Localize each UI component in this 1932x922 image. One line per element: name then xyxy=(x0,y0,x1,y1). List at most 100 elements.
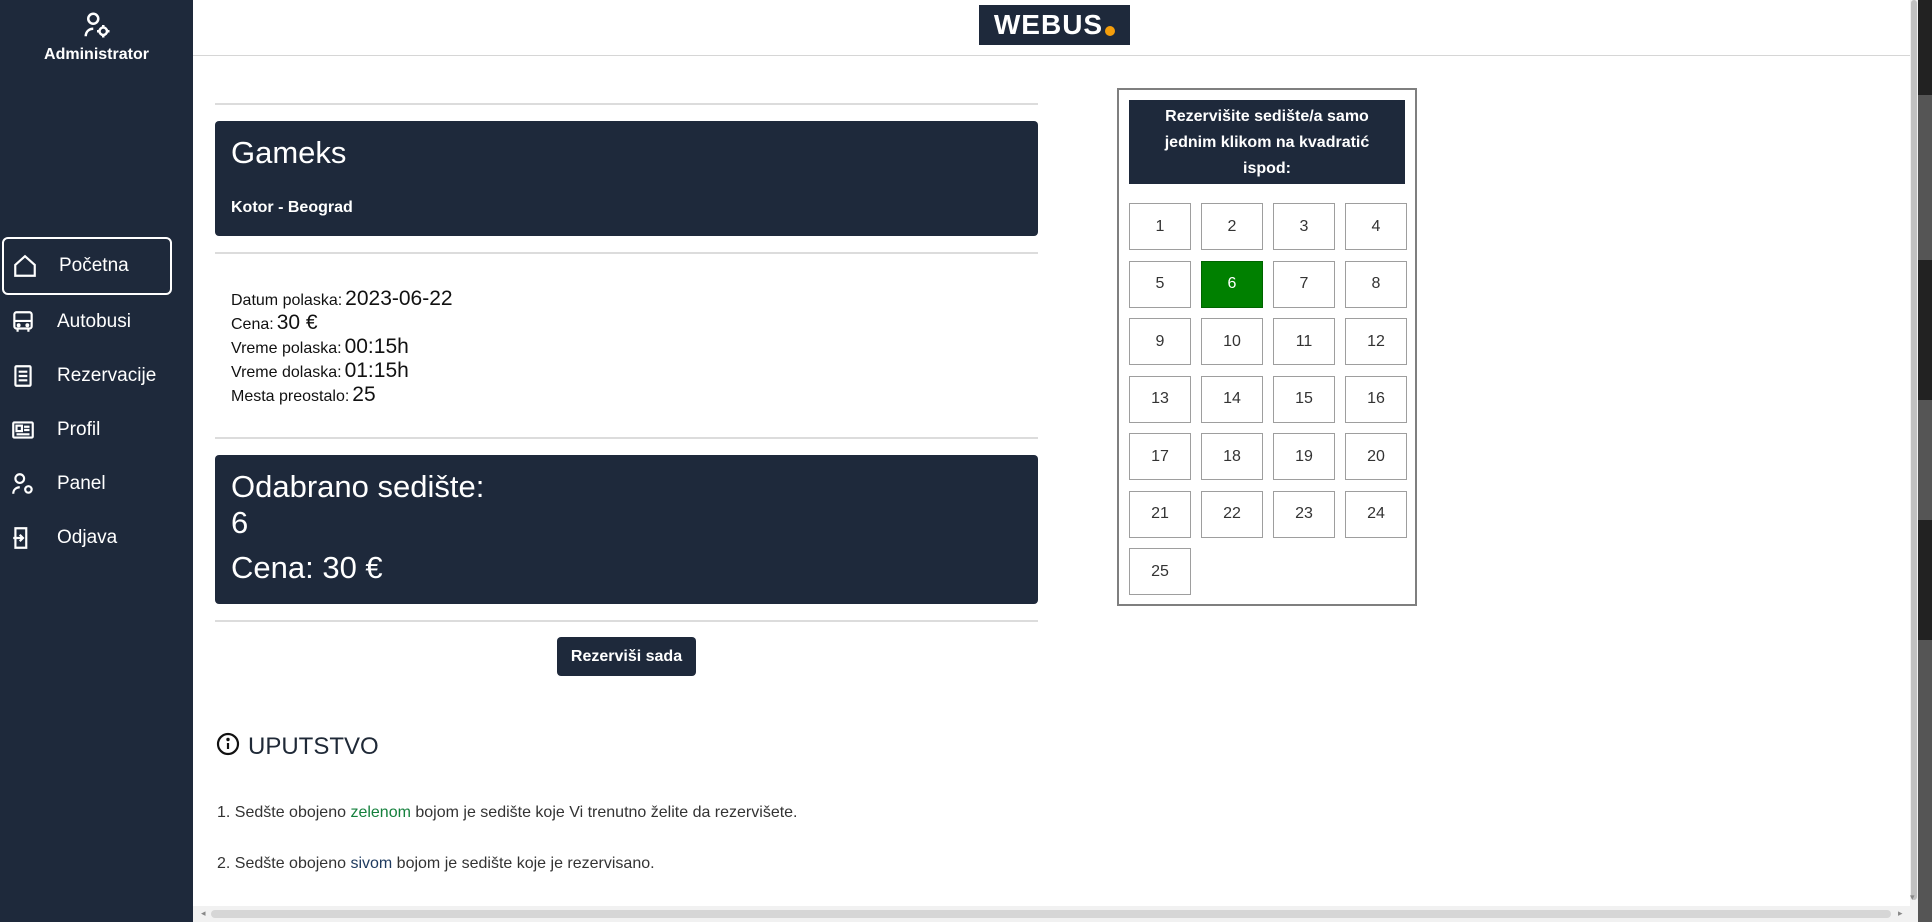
seat-21[interactable]: 21 xyxy=(1129,490,1191,538)
seat-map-header-line: Rezervišite sedište/a samo xyxy=(1165,108,1369,125)
sidebar-item-pocetna[interactable]: Početna xyxy=(2,237,172,295)
seat-10[interactable]: 10 xyxy=(1201,318,1263,365)
detail-label: Datum polaska: xyxy=(231,292,343,309)
seat-3[interactable]: 3 xyxy=(1273,203,1335,250)
detail-value: 00:15h xyxy=(344,335,409,358)
divider xyxy=(215,252,1038,254)
scroll-left-icon[interactable]: ◂ xyxy=(201,909,206,919)
sidebar-item-odjava[interactable]: Odjava xyxy=(0,511,193,565)
note-text: bojom je sedište koje je rezervisano. xyxy=(392,855,655,872)
sidebar-item-label: Autobusi xyxy=(57,311,131,332)
detail-row: Cena: 30 € xyxy=(231,311,453,335)
instructions-heading: UPUTSTVO xyxy=(248,733,379,760)
logout-icon xyxy=(13,527,28,549)
bus-icon xyxy=(13,311,33,332)
selected-price: Cena: 30 € xyxy=(231,550,383,585)
window-edge xyxy=(1918,0,1932,922)
sidebar-item-label: Odjava xyxy=(57,527,118,548)
note-text: 2. Sedšte obojeno xyxy=(217,855,351,872)
seat-2[interactable]: 2 xyxy=(1201,203,1263,250)
note-highlight-gray: sivom xyxy=(350,855,393,872)
instruction-note-2: 2. Sedšte obojeno sivom bojom je sedište… xyxy=(217,855,655,873)
window-edge-dark xyxy=(1918,520,1932,640)
detail-label: Vreme polaska: xyxy=(231,340,342,357)
detail-value: 2023-06-22 xyxy=(345,287,453,310)
sidebar-item-label: Početna xyxy=(59,255,129,276)
detail-label: Cena: xyxy=(231,316,274,333)
seat-9[interactable]: 9 xyxy=(1129,318,1191,365)
note-text: 1. Sedšte obojeno xyxy=(217,804,351,821)
logo-text: WEBUS xyxy=(993,9,1104,40)
home-icon xyxy=(14,254,36,277)
seat-18[interactable]: 18 xyxy=(1201,433,1263,480)
detail-row: Vreme polaska: 00:15h xyxy=(231,335,453,359)
seat-4[interactable]: 4 xyxy=(1345,203,1407,250)
seat-13[interactable]: 13 xyxy=(1129,375,1191,423)
selected-seat-value: 6 xyxy=(231,505,249,540)
detail-row: Vreme dolaska: 01:15h xyxy=(231,359,453,383)
seat-11[interactable]: 11 xyxy=(1273,318,1335,365)
divider xyxy=(215,620,1038,622)
vertical-scrollbar-thumb[interactable] xyxy=(1911,0,1917,900)
seat-7[interactable]: 7 xyxy=(1273,260,1335,308)
sidebar-item-profil[interactable]: Profil xyxy=(0,403,193,457)
logo-dot-icon xyxy=(1105,26,1116,36)
route-label: Kotor - Beograd xyxy=(231,199,353,216)
webus-logo[interactable]: WEBUS xyxy=(979,5,1130,45)
detail-row: Datum polaska: 2023-06-22 xyxy=(231,287,453,311)
window-edge-dark xyxy=(1918,0,1932,95)
seat-16[interactable]: 16 xyxy=(1345,375,1407,423)
info-icon xyxy=(216,732,240,756)
sidebar-item-label: Rezervacije xyxy=(57,365,157,386)
seat-19[interactable]: 19 xyxy=(1273,433,1335,480)
sidebar-item-autobusi[interactable]: Autobusi xyxy=(0,295,193,349)
seat-map-header: Rezervišite sedište/a samo jednim klikom… xyxy=(1129,100,1405,184)
divider xyxy=(215,437,1038,439)
sidebar-item-panel[interactable]: Panel xyxy=(0,457,193,511)
user-gear-icon xyxy=(84,12,109,38)
seat-25[interactable]: 25 xyxy=(1129,548,1191,595)
instruction-note-1: 1. Sedšte obojeno zelenom bojom je sediš… xyxy=(217,804,798,822)
sidebar-item-label: Panel xyxy=(57,473,106,494)
scroll-down-icon[interactable]: ▾ xyxy=(1910,893,1915,903)
seat-14[interactable]: 14 xyxy=(1201,375,1263,423)
divider xyxy=(215,103,1038,105)
seat-8[interactable]: 8 xyxy=(1345,260,1407,308)
note-highlight-green: zelenom xyxy=(350,804,411,821)
sidebar-item-rezervacije[interactable]: Rezervacije xyxy=(0,349,193,403)
seat-map-header-line: ispod: xyxy=(1243,160,1291,177)
detail-row: Mesta preostalo: 25 xyxy=(231,383,453,407)
trip-card: Gameks Kotor - Beograd xyxy=(215,121,1038,236)
sidebar-item-label: Profil xyxy=(57,419,101,440)
seat-24[interactable]: 24 xyxy=(1345,490,1407,538)
trip-details: Datum polaska: 2023-06-22 Cena: 30 € Vreme… xyxy=(231,287,453,407)
id-card-icon xyxy=(12,421,34,439)
selected-seat-label: Odabrano sedište: xyxy=(231,469,485,504)
horizontal-scrollbar-thumb[interactable] xyxy=(211,910,1891,918)
seat-6[interactable]: 6 xyxy=(1201,260,1263,308)
seat-20[interactable]: 20 xyxy=(1345,433,1407,480)
user-name: Administrator xyxy=(44,46,149,63)
seat-1[interactable]: 1 xyxy=(1129,203,1191,250)
seat-22[interactable]: 22 xyxy=(1201,490,1263,538)
sidebar: Administrator Početna Autobusi Rezervaci… xyxy=(0,0,193,922)
seat-5[interactable]: 5 xyxy=(1129,260,1191,308)
seat-map-panel: Rezervišite sedište/a samo jednim klikom… xyxy=(1117,88,1417,606)
window-edge-dark xyxy=(1918,260,1932,400)
sidebar-nav: Početna Autobusi Rezervacije Profil Pane… xyxy=(0,237,193,565)
note-text: bojom je sedište koje Vi trenutno želite… xyxy=(410,804,798,821)
seat-23[interactable]: 23 xyxy=(1273,490,1335,538)
seat-map-header-line: jednim klikom na kvadratić xyxy=(1164,134,1370,151)
seat-12[interactable]: 12 xyxy=(1345,318,1407,365)
seat-15[interactable]: 15 xyxy=(1273,375,1335,423)
detail-value: 30 € xyxy=(276,311,318,334)
instructions-title: UPUTSTVO xyxy=(216,732,379,761)
selection-card: Odabrano sedište: 6 Cena: 30 € xyxy=(215,455,1038,604)
scroll-right-icon[interactable]: ▸ xyxy=(1898,909,1903,919)
user-block: Administrator xyxy=(0,10,193,64)
detail-label: Mesta preostalo: xyxy=(231,388,350,405)
document-icon xyxy=(14,365,32,387)
user-gear-icon xyxy=(12,473,33,494)
seat-17[interactable]: 17 xyxy=(1129,433,1191,480)
reserve-now-button[interactable]: Rezerviši sada xyxy=(557,637,696,676)
